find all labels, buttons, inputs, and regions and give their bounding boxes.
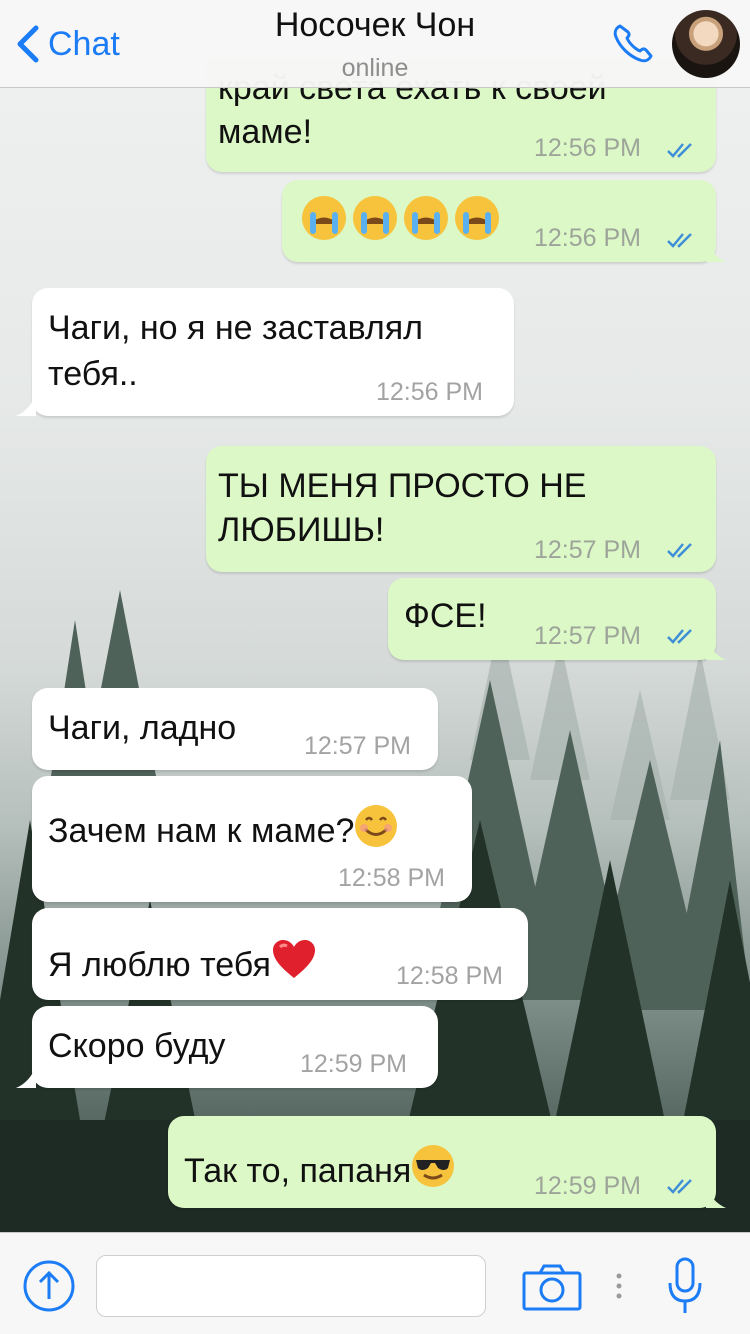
message-time: 12:57 PM: [304, 732, 412, 760]
message-time: 12:58 PM: [338, 864, 446, 892]
contact-avatar[interactable]: [672, 10, 740, 78]
read-ticks-icon: [667, 1179, 692, 1194]
message-input-bar: [0, 1232, 750, 1334]
read-ticks-icon: [667, 143, 692, 158]
message-text: тебя..: [48, 355, 138, 393]
message-time: 12:59 PM: [300, 1050, 408, 1078]
message-text-content: Я люблю тебя: [48, 946, 271, 984]
camera-icon[interactable]: [522, 1263, 582, 1311]
message-bubble-outgoing[interactable]: ФСЕ! 12:57 PM: [388, 578, 726, 660]
read-ticks-icon: [667, 233, 692, 248]
red-heart-icon: [272, 940, 315, 978]
message-text: Зачем нам к маме?: [48, 804, 398, 853]
bubble-tail: [16, 1066, 36, 1088]
smiling-face-icon: [355, 805, 398, 847]
message-text: Чаги, ладно: [48, 709, 237, 747]
message-bubble-outgoing[interactable]: Так то, папаня 12:59 PM: [168, 1116, 726, 1208]
bubble-tail: [706, 240, 726, 262]
message-text: Чаги, но я не заставлял: [48, 309, 423, 347]
crying-face-icon: [300, 194, 500, 242]
message-text: ЛЮБИШЬ!: [218, 511, 385, 549]
sunglasses-face-icon: [412, 1145, 455, 1187]
message-text-content: Зачем нам к маме?: [48, 812, 355, 850]
message-text: ФСЕ!: [404, 597, 487, 635]
message-bubble-incoming[interactable]: Чаги, но я не заставлял тебя.. 12:56 PM: [16, 288, 514, 416]
message-bubble-outgoing[interactable]: 12:56 PM: [282, 180, 726, 262]
read-ticks-icon: [667, 629, 692, 644]
message-text: Скоро буду: [48, 1027, 226, 1065]
bubble-tail: [16, 394, 36, 416]
phone-icon[interactable]: [610, 22, 658, 66]
message-time: 12:57 PM: [534, 622, 642, 650]
message-bubble-incoming[interactable]: Чаги, ладно 12:57 PM: [32, 688, 438, 770]
message-text: Я люблю тебя: [48, 938, 317, 987]
message-text-content: Так то, папаня: [184, 1152, 412, 1190]
upload-arrow-icon[interactable]: [22, 1259, 76, 1313]
message-time: 12:59 PM: [534, 1172, 642, 1200]
message-time: 12:56 PM: [534, 224, 642, 252]
message-text: ТЫ МЕНЯ ПРОСТО НЕ: [218, 467, 587, 505]
message-bubble-incoming[interactable]: Скоро буду 12:59 PM: [16, 1006, 438, 1088]
message-time: 12:56 PM: [376, 378, 484, 406]
message-time: 12:58 PM: [396, 962, 504, 990]
chat-header: Chat Носочек Чон online: [0, 0, 750, 88]
message-text: маме!: [218, 113, 313, 151]
microphone-icon[interactable]: [666, 1257, 704, 1317]
message-bubble-incoming[interactable]: Я люблю тебя 12:58 PM: [32, 908, 528, 1000]
read-ticks-icon: [667, 543, 692, 558]
bubble-tail: [706, 638, 726, 660]
message-time: 12:56 PM: [534, 134, 642, 162]
message-time: 12:57 PM: [534, 536, 642, 564]
message-text: Так то, папаня: [184, 1144, 455, 1193]
bubble-tail: [706, 1186, 726, 1208]
message-bubble-incoming[interactable]: Зачем нам к маме? 12:58 PM: [32, 776, 472, 902]
message-bubble-outgoing[interactable]: ТЫ МЕНЯ ПРОСТО НЕ ЛЮБИШЬ! 12:57 PM: [206, 446, 716, 572]
message-input[interactable]: [96, 1255, 486, 1317]
divider-dots: [616, 1273, 622, 1299]
